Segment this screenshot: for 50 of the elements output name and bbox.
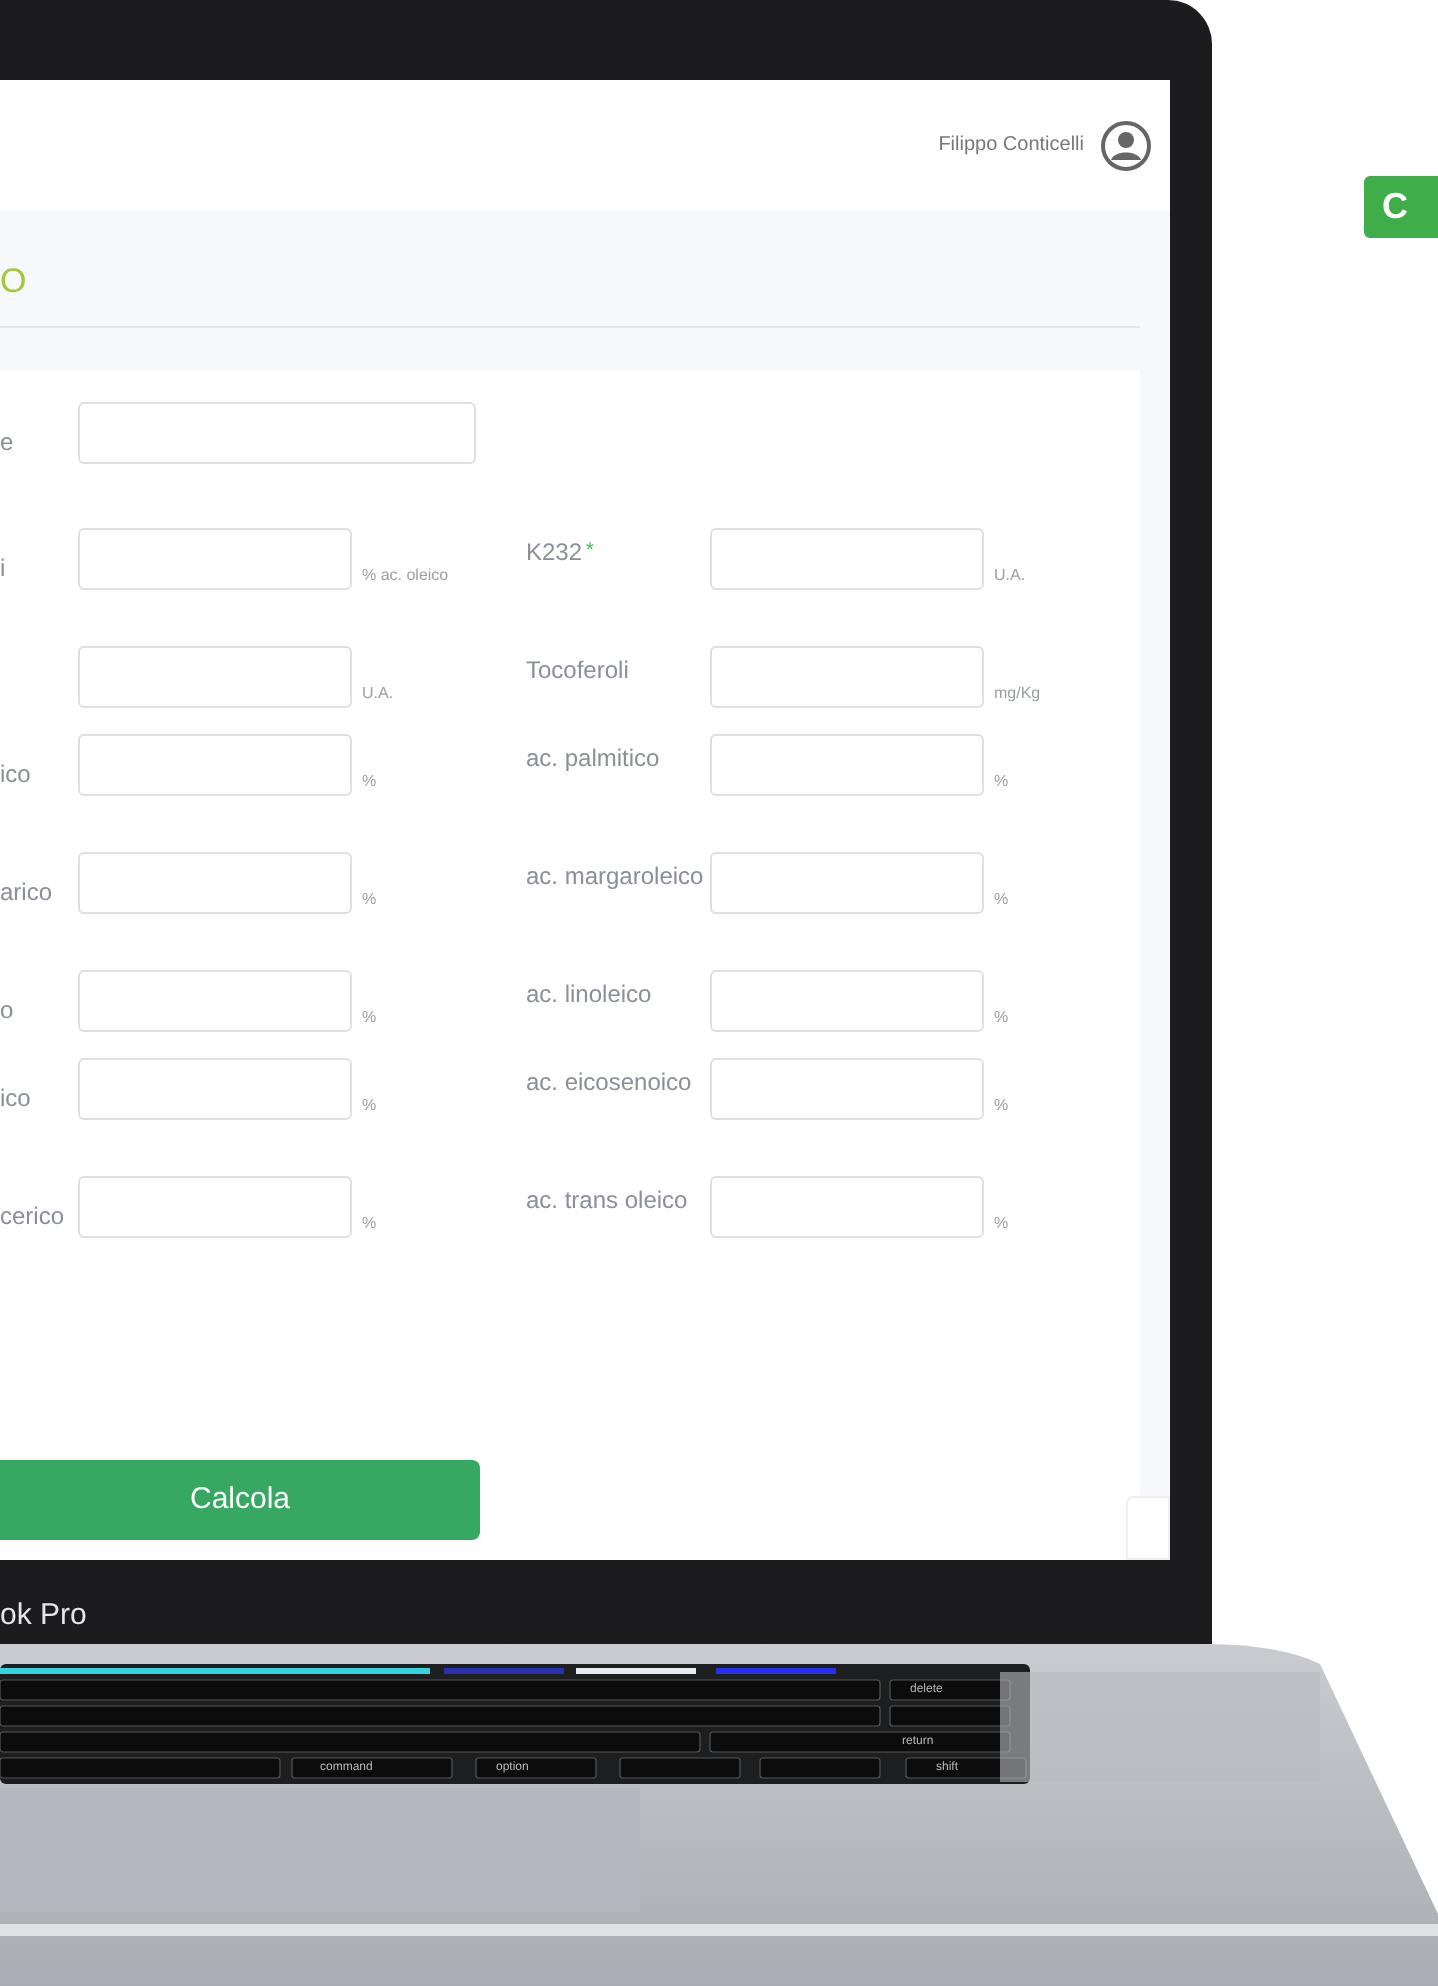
page-title: O — [0, 262, 27, 302]
field-label: ac. palmitico — [526, 744, 660, 772]
laptop-model-label: ok Pro — [0, 1596, 87, 1636]
input-field[interactable] — [78, 528, 352, 590]
field-label: ac. eicosenoico — [526, 1068, 692, 1096]
input-field[interactable] — [710, 1058, 984, 1120]
unit-label: U.A. — [362, 684, 394, 702]
field-label: ac. linoleico — [526, 980, 652, 1008]
unit-label: % — [362, 890, 377, 908]
input-field[interactable] — [710, 646, 984, 708]
input-field[interactable] — [78, 646, 352, 708]
field-label: ac. trans oleico — [526, 1186, 688, 1214]
input-field[interactable] — [78, 1176, 352, 1238]
unit-label: % — [994, 1214, 1009, 1232]
user-avatar-icon[interactable] — [1100, 119, 1152, 171]
unit-label: % ac. oleico — [362, 566, 449, 584]
input-field[interactable] — [78, 734, 352, 796]
field-label: cerico — [0, 1202, 65, 1230]
input-field[interactable] — [78, 402, 476, 464]
input-field[interactable] — [78, 970, 352, 1032]
calcola-button[interactable]: Calcola — [0, 1460, 480, 1540]
unit-label: % — [994, 1008, 1009, 1026]
field-label: i — [0, 554, 6, 582]
side-button[interactable]: C — [1364, 176, 1438, 238]
field-label: ac. margaroleico — [526, 862, 704, 890]
field-label: arico — [0, 878, 53, 906]
unit-label: mg/Kg — [994, 684, 1041, 702]
field-label: Tocoferoli — [526, 656, 629, 684]
input-field[interactable] — [78, 1058, 352, 1120]
field-label: ico — [0, 760, 31, 788]
unit-label: % — [362, 1096, 377, 1114]
unit-label: % — [994, 772, 1009, 790]
user-name[interactable]: Filippo Conticelli — [938, 130, 1084, 160]
input-field[interactable] — [710, 970, 984, 1032]
input-field[interactable] — [710, 852, 984, 914]
input-field[interactable] — [710, 1176, 984, 1238]
field-label: o — [0, 996, 14, 1024]
field-label: K232 — [526, 538, 583, 566]
unit-label: % — [994, 890, 1009, 908]
input-field[interactable] — [710, 734, 984, 796]
unit-label: % — [362, 1008, 377, 1026]
unit-label: % — [994, 1096, 1009, 1114]
unit-label: % — [362, 772, 377, 790]
field-label: ico — [0, 1084, 31, 1112]
required-mark: * — [586, 540, 594, 562]
unit-label: % — [362, 1214, 377, 1232]
input-field[interactable] — [78, 852, 352, 914]
input-field[interactable] — [710, 528, 984, 590]
field-label: e — [0, 428, 14, 456]
unit-label: U.A. — [994, 566, 1026, 584]
